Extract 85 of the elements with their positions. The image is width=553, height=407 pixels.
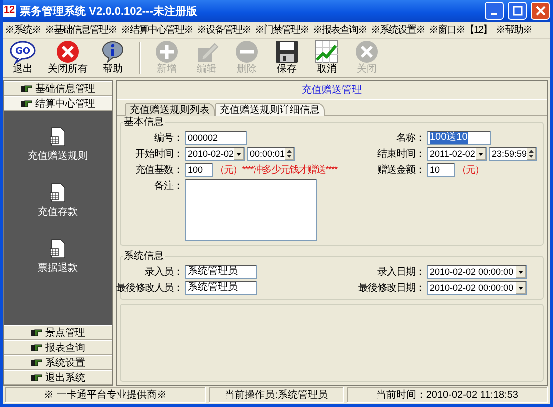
menu-item[interactable]: ※报表查询※ [313,23,367,37]
time-spinner[interactable]: 00:00:01 [247,147,295,161]
status-text: 当前时间：2010-02-02 11:18:53 [346,387,548,403]
menu-item[interactable]: ※窗口※【12】 [429,23,492,37]
sidebar-item[interactable]: 票据退款 [38,239,78,275]
status-text: ※ 一卡通平台专业提供商※ [5,387,206,403]
input-field[interactable]: 10 [427,163,455,177]
pointing-hand-icon [20,84,32,92]
toolbar-button[interactable]: 取消 [309,40,345,76]
field-label: 录入日期： [378,266,425,279]
field-label: 编号： [154,132,183,145]
date-dropdown[interactable]: 2010-02-02 00:00:00 [427,281,527,295]
document-icon [50,127,66,147]
field-label: 结束时间： [378,148,425,161]
info-bubble-icon [100,40,126,64]
sidebar-section-header[interactable]: 退出系统 [4,370,112,385]
input-field[interactable]: 系统管理员 [185,265,257,279]
sidebar-section-header[interactable]: 景点管理 [4,325,112,340]
panel-title: 充值赠送管理 [117,81,547,100]
remark-textarea[interactable] [185,179,317,241]
field-label: 赠送金额： [378,164,425,177]
pointing-hand-icon [30,374,42,382]
sidebar-section-header[interactable]: 报表查询 [4,340,112,355]
tab[interactable]: 充值赠送规则列表 [125,103,215,116]
input-field[interactable]: 000002 [185,131,247,145]
sidebar-section-header[interactable]: 结算中心管理 [4,96,112,111]
speech-bubble-icon: GO [9,40,37,64]
close-button[interactable] [531,2,550,20]
close-icon [56,40,80,64]
pointing-hand-icon [30,344,42,352]
field-label: 最後修改人员： [116,282,183,295]
status-text: 当前操作员:系统管理员 [209,387,344,403]
group-title: 系统信息 [123,251,165,263]
input-field[interactable]: 100送10 [427,131,491,145]
input-field[interactable]: 系统管理员 [185,281,257,295]
menu-item[interactable]: ※系统※ [5,23,41,37]
close-icon [355,40,379,64]
dropdown-arrow-icon[interactable] [516,282,526,294]
sidebar-item[interactable]: 充值存款 [38,183,78,219]
field-label: 充值基数： [136,164,183,177]
group-title: 基本信息 [123,117,165,129]
dropdown-arrow-icon[interactable] [516,266,526,278]
sidebar-section-header[interactable]: 基础信息管理 [4,81,112,96]
menu-item[interactable]: ※基础信息管理※ [45,23,117,37]
document-icon [50,183,66,203]
field-label: 开始时间： [136,148,183,161]
menu-item[interactable]: ※结算中心管理※ [121,23,193,37]
minimize-button[interactable] [485,2,504,20]
plus-icon [155,40,179,64]
field-label: 录入员： [145,266,183,279]
field-label: 最後修改日期： [358,282,425,295]
toolbar-button[interactable]: 帮助 [95,40,131,76]
input-field[interactable]: 100 [185,163,213,177]
field-label: 名称： [396,132,425,145]
date-dropdown[interactable]: 2010-02-02 00:00:00 [427,265,527,279]
close-icon [536,6,546,16]
date-picker[interactable]: 2011-02-02 [427,147,487,161]
sidebar-section-header[interactable]: 系统设置 [4,355,112,370]
pointing-hand-icon [30,358,42,366]
menu-item[interactable]: ※设备管理※ [197,23,251,37]
minus-icon [235,40,259,64]
spinner-arrows-icon[interactable] [527,148,536,160]
pointing-hand-icon [30,328,42,336]
sidebar-item[interactable]: 充值赠送规则 [28,127,88,163]
menu-item[interactable]: ※帮助※ [496,23,532,37]
spinner-arrows-icon[interactable] [285,148,294,160]
menu-item[interactable]: ※系统设置※ [371,23,425,37]
toolbar-button[interactable]: GO 退出 [5,40,41,76]
unit-text: （元） [457,164,484,177]
tab[interactable]: 充值赠送规则详细信息 [215,103,325,116]
toolbar-button[interactable]: 保存 [269,40,305,76]
toolbar-button[interactable]: 关闭所有 [45,40,91,76]
pointing-hand-icon [20,100,32,108]
field-label: 备注： [154,180,183,193]
maximize-icon [512,6,522,16]
maximize-button[interactable] [508,2,527,20]
dropdown-arrow-icon[interactable] [476,148,486,160]
document-icon [50,239,66,259]
time-spinner[interactable]: 23:59:59 [489,147,537,161]
hint-text: （元）****冲多少元钱才赠送**** [215,164,338,177]
menu-item[interactable]: ※门禁管理※ [255,23,309,37]
app-logo: 12 [3,5,16,17]
dropdown-arrow-icon[interactable] [234,148,244,160]
date-picker[interactable]: 2010-02-02 [185,147,245,161]
window-title: 票务管理系统 V2.0.0.102---未注册版 [20,4,198,18]
